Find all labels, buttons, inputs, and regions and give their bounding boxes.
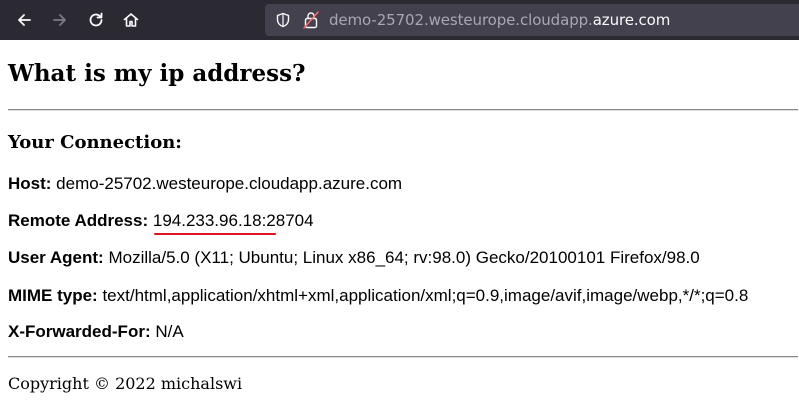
shield-icon[interactable] <box>275 12 291 28</box>
divider-bottom <box>8 356 798 358</box>
mime-type-label: MIME type: <box>8 286 103 305</box>
url-subdomain: demo-25702.westeurope.cloudapp. <box>329 11 593 29</box>
host-row: Host: demo-25702.westeurope.cloudapp.azu… <box>8 174 402 194</box>
insecure-lock-icon[interactable] <box>303 11 319 29</box>
x-forwarded-for-value: N/A <box>155 322 184 341</box>
footer-copyright: Copyright © 2022 michalswi <box>8 374 243 393</box>
remote-address-label: Remote Address: <box>8 211 153 230</box>
remote-port-rest: 8704 <box>275 211 314 230</box>
mime-type-value: text/html,application/xhtml+xml,applicat… <box>102 286 749 305</box>
back-arrow-icon <box>18 14 31 26</box>
mime-type-row: MIME type: text/html,application/xhtml+x… <box>8 286 748 306</box>
page-title: What is my ip address? <box>8 60 306 87</box>
user-agent-value: Mozilla/5.0 (X11; Ubuntu; Linux x86_64; … <box>108 248 700 267</box>
user-agent-row: User Agent: Mozilla/5.0 (X11; Ubuntu; Li… <box>8 248 700 268</box>
url-domain: azure.com <box>592 11 671 29</box>
divider-top <box>8 109 798 111</box>
forward-button[interactable] <box>46 6 74 34</box>
x-forwarded-for-label: X-Forwarded-For: <box>8 322 156 341</box>
host-value: demo-25702.westeurope.cloudapp.azure.com <box>56 174 403 193</box>
host-label: Host: <box>8 174 57 193</box>
section-heading: Your Connection: <box>8 132 182 153</box>
red-underline-annotation <box>153 233 276 235</box>
x-forwarded-for-row: X-Forwarded-For: N/A <box>8 322 184 342</box>
url-bar[interactable]: demo-25702.westeurope.cloudapp.azure.com <box>265 4 799 36</box>
user-agent-label: User Agent: <box>8 248 109 267</box>
reload-icon <box>89 12 103 27</box>
remote-ip-value: 194.233.96.18:2 <box>152 211 276 230</box>
url-text[interactable]: demo-25702.westeurope.cloudapp.azure.com <box>329 11 670 29</box>
remote-ip-highlight: 194.233.96.18:2 <box>152 211 276 235</box>
browser-toolbar: demo-25702.westeurope.cloudapp.azure.com <box>0 0 799 40</box>
home-icon <box>123 13 139 27</box>
reload-button[interactable] <box>82 6 110 34</box>
back-button[interactable] <box>10 6 38 34</box>
forward-arrow-icon <box>53 14 66 26</box>
remote-address-row: Remote Address: 194.233.96.18:2 8704 <box>8 211 314 235</box>
home-button[interactable] <box>117 6 145 34</box>
